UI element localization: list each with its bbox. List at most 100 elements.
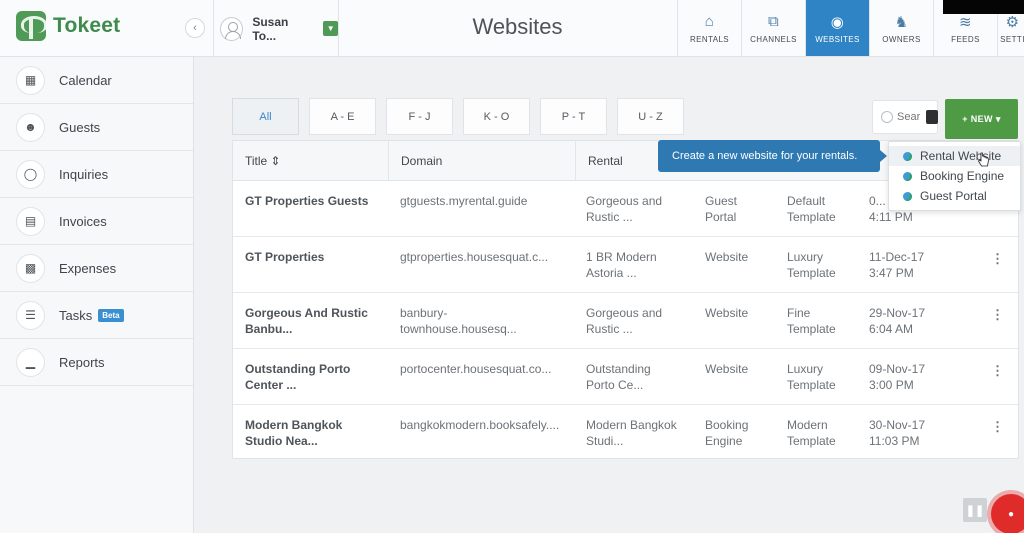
filter-tab-a-e[interactable]: A - E [309, 98, 376, 135]
beta-badge: Beta [98, 308, 124, 322]
row-menu-icon[interactable]: ⋮ [991, 419, 1004, 435]
home-icon: ⌂ [704, 12, 715, 30]
sidebar: ▦ Calendar ☻ Guests ◯ Inquiries ▤ Invoic… [0, 57, 194, 533]
menu-item-booking-engine[interactable]: Booking Engine [889, 166, 1020, 186]
row-template: Luxury Template [787, 250, 836, 280]
chart-icon: ▁ [16, 347, 45, 377]
page-title: Websites [472, 14, 563, 39]
menu-item-label: Guest Portal [920, 189, 987, 203]
search-icon [881, 111, 893, 123]
filter-tab-p-t[interactable]: P - T [540, 98, 607, 135]
table-row[interactable]: Modern Bangkok Studio Nea... bangkokmoder… [233, 405, 1018, 461]
sidebar-item-guests[interactable]: ☻ Guests [0, 104, 193, 151]
new-website-tooltip: Create a new website for your rentals. [658, 140, 887, 172]
row-menu-icon[interactable]: ⋮ [991, 363, 1004, 379]
guests-icon: ☻ [16, 112, 45, 142]
user-name: Susan To... [252, 14, 289, 43]
row-domain: bangkokmodern.booksafely.... [400, 418, 560, 432]
row-type: Website [705, 250, 749, 264]
row-menu-icon[interactable]: ⋮ [991, 251, 1004, 267]
sidebar-item-invoices[interactable]: ▤ Invoices [0, 198, 193, 245]
pause-recording-button[interactable]: ❚❚ [963, 498, 987, 522]
table-row[interactable]: GT Properties gtproperties.housesquat.c.… [233, 237, 1018, 293]
filter-tab-u-z[interactable]: U - Z [617, 98, 684, 135]
nav-owners[interactable]: ♞ OWNERS [869, 0, 933, 56]
hand-cursor-icon [978, 152, 989, 167]
filter-tab-all[interactable]: All [232, 98, 299, 135]
row-date: 30-Nov-17 11:03 PM [869, 418, 926, 448]
record-button[interactable]: ● [991, 494, 1024, 533]
row-title[interactable]: GT Properties [245, 249, 385, 265]
globe-icon [903, 191, 912, 201]
chevron-down-icon[interactable]: ▼ [323, 21, 338, 36]
avatar-icon [220, 16, 244, 41]
column-header-domain[interactable]: Domain [389, 140, 576, 181]
table-row[interactable]: Gorgeous And Rustic Banbu... banbury- tow… [233, 293, 1018, 349]
globe-icon [903, 151, 912, 161]
sidebar-item-label: Tasks [59, 307, 93, 323]
row-template: Fine Template [787, 306, 836, 336]
row-template: Default Template [787, 194, 836, 224]
sidebar-item-inquiries[interactable]: ◯ Inquiries [0, 151, 193, 198]
globe-icon [903, 171, 912, 181]
collapse-sidebar-button[interactable]: ‹ [185, 18, 205, 38]
sidebar-item-reports[interactable]: ▁ Reports [0, 339, 193, 386]
nav-label: FEEDS [951, 34, 980, 44]
chat-icon: ◯ [16, 159, 45, 189]
nav-rentals[interactable]: ⌂ RENTALS [677, 0, 741, 56]
sidebar-item-tasks[interactable]: ☰ Tasks Beta [0, 292, 193, 339]
row-title[interactable]: Modern Bangkok Studio Nea... [245, 417, 385, 449]
globe-icon: ◉ [830, 13, 845, 31]
sidebar-item-calendar[interactable]: ▦ Calendar [0, 57, 193, 104]
sidebar-item-label: Expenses [59, 260, 117, 276]
nav-websites[interactable]: ◉ WEBSITES [805, 0, 869, 56]
sidebar-item-label: Calendar [59, 72, 112, 88]
menu-item-guest-portal[interactable]: Guest Portal [889, 186, 1020, 206]
row-type: Guest Portal [705, 194, 738, 224]
user-menu[interactable]: Susan To... ▼ [213, 0, 339, 57]
top-bar: Tokeet ‹ Susan To... ▼ Websites ⌂ RENTAL… [0, 0, 1024, 57]
row-title[interactable]: GT Properties Guests [245, 193, 385, 209]
calendar-icon[interactable] [926, 110, 938, 124]
nav-label: RENTALS [689, 34, 730, 44]
row-domain: gtproperties.housesquat.c... [400, 250, 549, 264]
sidebar-item-label: Guests [59, 119, 101, 135]
column-header-title[interactable]: Title ⇕ [233, 140, 389, 181]
share-icon: ⧉ [767, 12, 780, 30]
sidebar-item-label: Inquiries [59, 166, 109, 182]
row-domain: portocenter.housesquat.co... [400, 362, 552, 376]
sidebar-item-label: Reports [59, 354, 105, 370]
row-menu-icon[interactable]: ⋮ [991, 307, 1004, 323]
invoice-icon: ▤ [16, 206, 45, 236]
row-rental: Gorgeous and Rustic ... [586, 306, 663, 336]
row-rental: Gorgeous and Rustic ... [586, 194, 663, 224]
row-template: Modern Template [787, 418, 836, 448]
tree-logo-icon [16, 11, 46, 41]
row-date: 11-Dec-17 3:47 PM [869, 250, 925, 280]
feed-icon: ≋ [959, 13, 972, 31]
menu-item-label: Booking Engine [920, 169, 1005, 183]
table-row[interactable]: Outstanding Porto Center ... portocenter.… [233, 349, 1018, 405]
new-website-button[interactable]: + NEW ▾ [945, 99, 1018, 139]
row-title[interactable]: Outstanding Porto Center ... [245, 361, 385, 393]
list-icon: ☰ [16, 300, 45, 330]
row-date: 29-Nov-17 6:04 AM [869, 306, 926, 336]
calendar-icon: ▦ [16, 65, 45, 95]
nav-label: WEBSITES [815, 34, 860, 44]
sidebar-item-expenses[interactable]: ▩ Expenses [0, 245, 193, 292]
money-icon: ▩ [16, 253, 45, 283]
nav-label: SETTI [1000, 34, 1024, 44]
row-template: Luxury Template [787, 362, 836, 392]
row-domain: banbury- townhouse.housesq... [400, 306, 517, 336]
filter-tab-f-j[interactable]: F - J [386, 98, 453, 135]
nav-channels[interactable]: ⧉ CHANNELS [741, 0, 805, 56]
filter-tab-k-o[interactable]: K - O [463, 98, 530, 135]
tokeet-logo[interactable]: Tokeet [16, 11, 120, 41]
row-title[interactable]: Gorgeous And Rustic Banbu... [245, 305, 385, 337]
nav-label: CHANNELS [750, 34, 797, 44]
owner-icon: ♞ [894, 13, 909, 31]
menu-item-rental-website[interactable]: Rental Website [889, 146, 1020, 166]
row-rental: Modern Bangkok Studi... [586, 418, 677, 448]
row-type: Booking Engine [705, 418, 749, 448]
row-type: Website [705, 362, 749, 376]
